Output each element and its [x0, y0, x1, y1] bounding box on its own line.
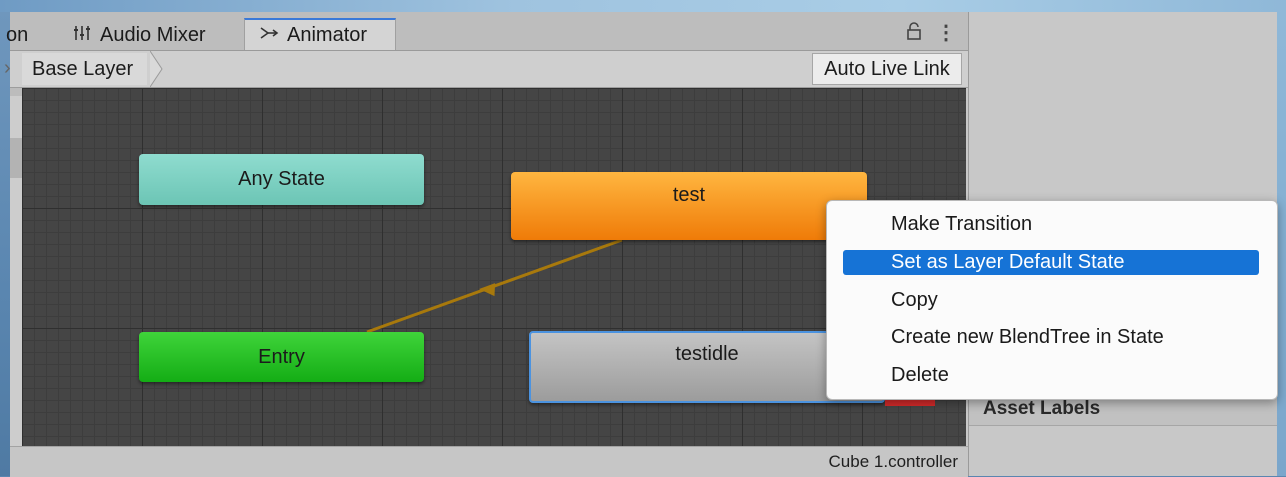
menu-item-label: Delete [891, 364, 949, 386]
state-label: Entry [258, 345, 305, 368]
layers-sidebar-edge[interactable] [10, 88, 22, 446]
breadcrumb: › Base Layer Auto Live Link [4, 51, 968, 88]
context-menu: Make Transition Set as Layer Default Sta… [826, 200, 1278, 400]
asset-labels-label: Asset Labels [983, 398, 1101, 419]
sidebar-segment [10, 138, 22, 178]
menu-item-copy[interactable]: Copy [843, 288, 1259, 313]
menu-item-label: Set as Layer Default State [891, 251, 1125, 273]
breadcrumb-label: Base Layer [32, 57, 134, 80]
state-any-state[interactable]: Any State [139, 154, 424, 205]
state-label: Any State [238, 168, 325, 190]
menu-item-set-default-state[interactable]: Set as Layer Default State [843, 250, 1259, 275]
menu-item-label: Create new BlendTree in State [891, 326, 1164, 348]
controller-name: Cube 1.controller [828, 452, 958, 471]
tab-audio-mixer[interactable]: Audio Mixer [72, 20, 206, 50]
animator-window: on Audio Mixer Animator ⋮ › Base Layer A… [4, 12, 968, 477]
auto-live-link-button[interactable]: Auto Live Link [812, 53, 962, 85]
more-options-icon[interactable]: ⋮ [936, 20, 956, 45]
menu-item-make-transition[interactable]: Make Transition [843, 212, 1259, 237]
tab-animator[interactable]: Animator [244, 18, 396, 50]
menu-item-delete[interactable]: Delete [843, 363, 1259, 388]
status-bar: Cube 1.controller [10, 446, 968, 477]
animator-icon [259, 25, 279, 46]
desktop-background-left [0, 12, 10, 476]
breadcrumb-item-base-layer[interactable]: Base Layer [22, 53, 148, 85]
collapse-arrow-icon[interactable]: › [4, 57, 11, 80]
state-test[interactable]: test [511, 172, 867, 240]
tab-audio-mixer-label: Audio Mixer [100, 23, 206, 46]
state-label: testidle [675, 343, 739, 365]
tab-animator-label: Animator [287, 23, 368, 46]
tab-partial-label: on [6, 23, 29, 46]
menu-item-label: Copy [891, 289, 938, 311]
auto-live-link-label: Auto Live Link [824, 57, 950, 80]
lock-icon[interactable] [906, 22, 922, 47]
mixer-icon [72, 24, 92, 47]
menu-item-label: Make Transition [891, 213, 1033, 235]
state-entry[interactable]: Entry [139, 332, 424, 382]
animator-graph-canvas[interactable]: Any State Entry test testidle [22, 88, 966, 446]
desktop-background [0, 0, 1286, 12]
sidebar-segment [10, 88, 22, 96]
menu-item-create-blendtree[interactable]: Create new BlendTree in State [843, 325, 1259, 350]
breadcrumb-chevron-icon [150, 51, 163, 87]
tab-bar: on Audio Mixer Animator ⋮ [6, 12, 968, 51]
tab-partial[interactable]: on [6, 20, 28, 50]
state-label: test [672, 184, 706, 206]
